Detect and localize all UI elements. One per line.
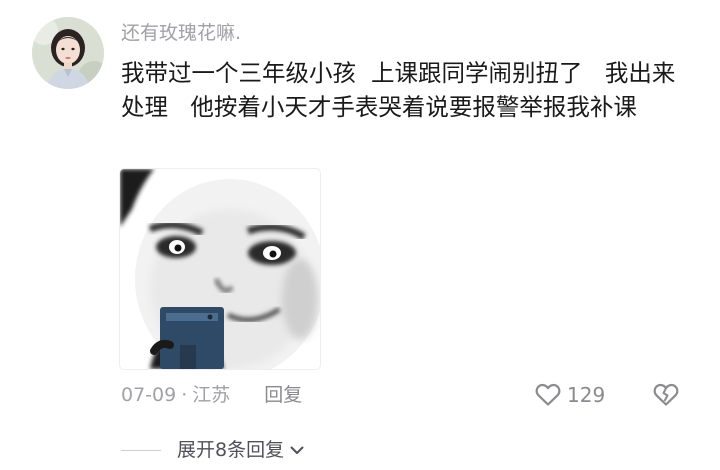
meme-face-image (120, 169, 320, 369)
comment-text: 我带过一个三年级小孩 上课跟同学闹别扭了 我出来处理 他按着小天才手表哭着说要报… (121, 59, 676, 121)
meme-image[interactable] (119, 168, 321, 370)
comment-meta: 07-09 · 江苏 回复 (121, 381, 302, 409)
chevron-down-icon (290, 446, 304, 454)
divider-line (121, 449, 161, 451)
avatar-image (32, 17, 104, 89)
comment-date: 07-09 (121, 384, 177, 406)
heart-outline-icon (535, 383, 561, 406)
avatar[interactable] (32, 17, 104, 89)
comment-location: 江苏 (192, 384, 231, 406)
comment-item: 还有玫瑰花嘛. 我带过一个三年级小孩 上课跟同学闹别扭了 我出来处理 他按着小天… (0, 0, 720, 470)
reply-button[interactable]: 回复 (264, 381, 302, 409)
username[interactable]: 还有玫瑰花嘛. (121, 20, 241, 46)
meta-separator: · (181, 384, 188, 406)
like-count: 129 (567, 383, 606, 407)
like-button[interactable]: 129 (535, 381, 605, 409)
dislike-button[interactable] (652, 381, 680, 409)
expand-replies-button[interactable]: 展开8条回复 (121, 437, 306, 463)
expand-replies-label: 展开8条回复 (177, 439, 285, 461)
broken-heart-icon (653, 383, 679, 406)
